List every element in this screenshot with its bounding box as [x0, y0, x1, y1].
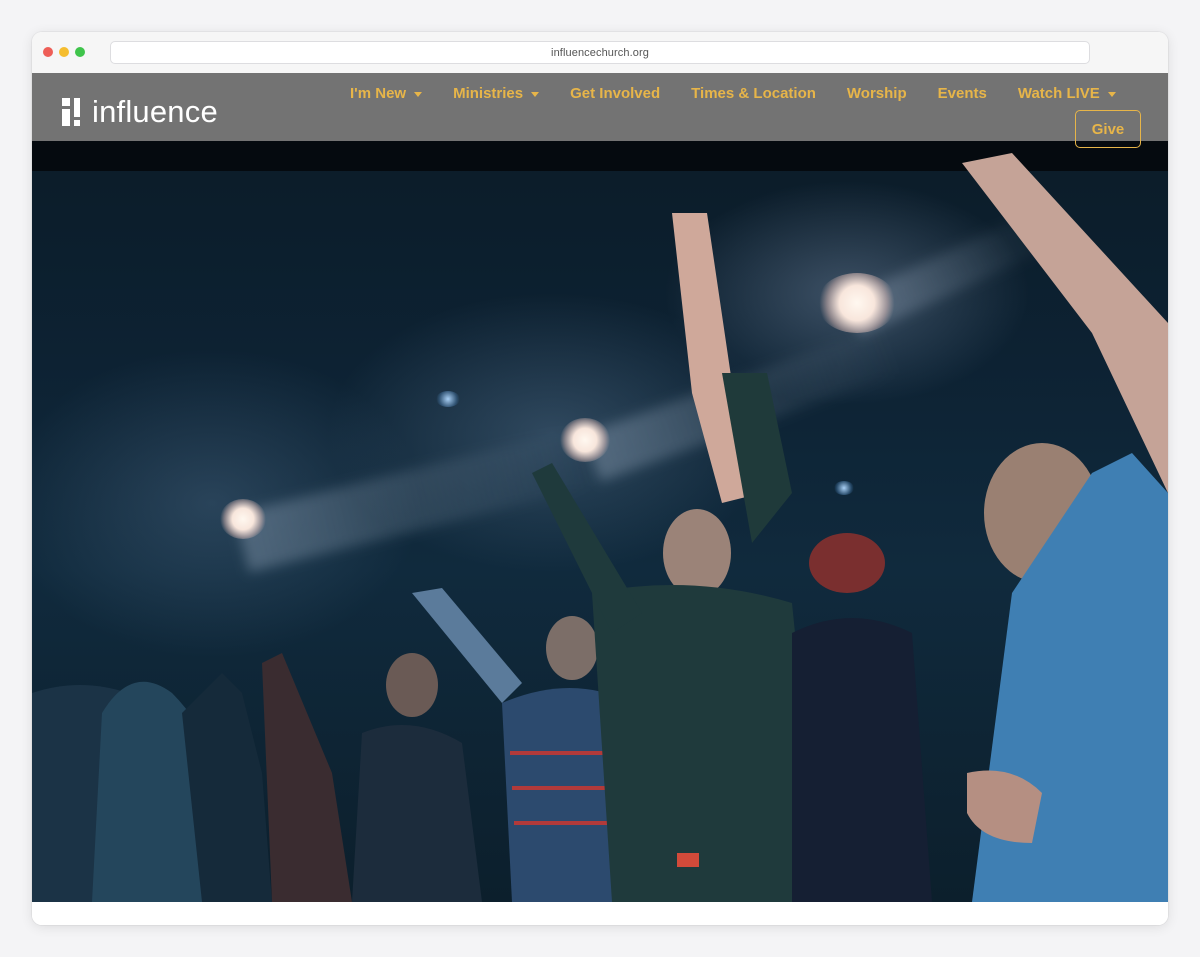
- browser-titlebar: influencechurch.org: [32, 32, 1168, 73]
- maximize-window-button[interactable]: [75, 47, 85, 57]
- nav-item-worship[interactable]: Worship: [847, 85, 907, 102]
- main-navigation: I'm New Ministries Get Involved Times & …: [350, 83, 1116, 103]
- caret-down-icon: [414, 91, 423, 97]
- nav-item-label: Ministries: [453, 84, 524, 102]
- page-viewport: influence I'm New Ministries Get Involve…: [32, 73, 1168, 925]
- nav-item-im-new[interactable]: I'm New: [350, 84, 423, 102]
- nav-item-watch-live[interactable]: Watch LIVE: [1018, 85, 1116, 102]
- nav-item-label: Events: [937, 84, 987, 102]
- nav-item-label: I'm New: [350, 84, 407, 102]
- nav-item-label: Watch LIVE: [1017, 84, 1100, 102]
- nav-item-get-involved[interactable]: Get Involved: [570, 85, 660, 102]
- nav-item-label: Get Involved: [570, 84, 661, 102]
- give-button[interactable]: Give: [1075, 110, 1141, 148]
- caret-down-icon: [531, 91, 540, 97]
- nav-item-times-location[interactable]: Times & Location: [691, 85, 816, 102]
- logo-text: influence: [92, 94, 218, 129]
- nav-item-label: Worship: [846, 84, 907, 102]
- crowd-silhouettes: [32, 153, 1168, 902]
- address-bar[interactable]: influencechurch.org: [110, 41, 1090, 64]
- site-header: influence I'm New Ministries Get Involve…: [32, 73, 1168, 148]
- nav-item-ministries[interactable]: Ministries: [453, 84, 540, 102]
- minimize-window-button[interactable]: [59, 47, 69, 57]
- browser-window: influencechurch.org influence I'm New Mi…: [32, 32, 1168, 925]
- influence-logo[interactable]: influence: [62, 94, 218, 129]
- influence-logo-icon: [62, 98, 84, 126]
- nav-item-label: Times & Location: [691, 84, 816, 102]
- nav-item-events[interactable]: Events: [938, 85, 987, 102]
- page-bottom-strip: [32, 902, 1168, 925]
- hero-worship-image: [32, 73, 1168, 902]
- caret-down-icon: [1107, 91, 1116, 97]
- close-window-button[interactable]: [43, 47, 53, 57]
